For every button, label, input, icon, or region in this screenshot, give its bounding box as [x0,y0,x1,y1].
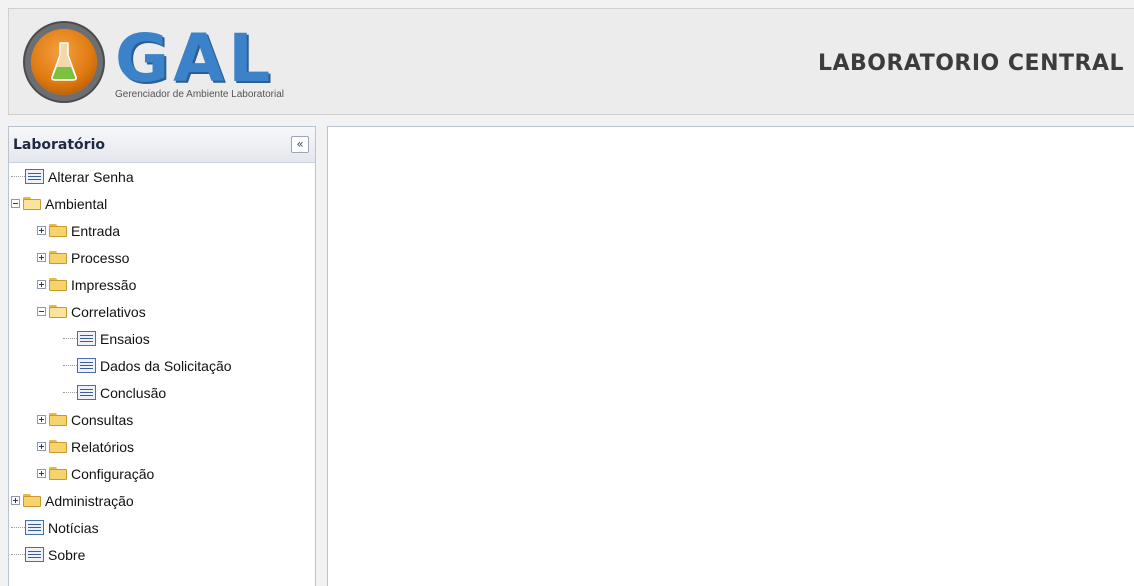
tree-node-correlativos[interactable]: Correlativos [37,298,146,325]
page-icon [25,547,44,562]
tree-node-label[interactable]: Consultas [71,412,133,428]
tree-connector [63,365,77,366]
folder-open-icon [23,197,41,210]
expand-toggle-icon[interactable] [37,226,46,235]
tree-node-label[interactable]: Dados da Solicitação [100,358,232,374]
tree-node-label[interactable]: Processo [71,250,129,266]
tree-node-relatorios[interactable]: Relatórios [37,433,134,460]
tree-node-conclusao[interactable]: Conclusão [63,379,166,406]
folder-icon [49,440,67,453]
main-content-area [327,126,1134,586]
expand-toggle-icon[interactable] [37,442,46,451]
folder-icon [49,251,67,264]
tree-connector [63,338,77,339]
collapse-panel-button[interactable]: « [291,136,309,153]
panel-header: Laboratório « [9,127,315,163]
folder-icon [49,413,67,426]
tree-node-ensaios[interactable]: Ensaios [63,325,150,352]
logo-wordmark: GAL [115,20,275,97]
folder-icon [49,224,67,237]
tree-node-ambiental[interactable]: Ambiental [11,190,107,217]
folder-icon [23,494,41,507]
tree-node-label[interactable]: Sobre [48,547,85,563]
collapse-toggle-icon[interactable] [37,307,46,316]
navigation-panel: Laboratório « Alterar Senha Ambiental Entr… [8,126,316,586]
page-icon [25,520,44,535]
tree-connector [11,176,25,177]
tree-node-label[interactable]: Configuração [71,466,154,482]
panel-title: Laboratório [13,137,105,153]
page-icon [25,169,44,184]
tree-node-label[interactable]: Administração [45,493,134,509]
tree-node-dados-da-solicitacao[interactable]: Dados da Solicitação [63,352,232,379]
expand-toggle-icon[interactable] [11,496,20,505]
tree-node-sobre[interactable]: Sobre [11,541,85,568]
folder-open-icon [49,305,67,318]
tree-node-label[interactable]: Impressão [71,277,136,293]
folder-icon [49,278,67,291]
tree-connector [63,392,77,393]
flask-icon [51,42,77,81]
tree-node-label[interactable]: Correlativos [71,304,146,320]
tree-node-label[interactable]: Ambiental [45,196,107,212]
logo-subtitle: Gerenciador de Ambiente Laboratorial [115,89,284,100]
folder-icon [49,467,67,480]
page-icon [77,358,96,373]
gal-logo: GAL Gerenciador de Ambiente Laboratorial [31,20,346,107]
tree-connector [11,554,25,555]
tree-node-label[interactable]: Alterar Senha [48,169,134,185]
tree-node-alterar-senha[interactable]: Alterar Senha [11,163,134,190]
tree-node-label[interactable]: Notícias [48,520,99,536]
tree-node-label[interactable]: Entrada [71,223,120,239]
tree-connector [11,527,25,528]
tree-node-entrada[interactable]: Entrada [37,217,120,244]
tree-node-consultas[interactable]: Consultas [37,406,133,433]
expand-toggle-icon[interactable] [37,469,46,478]
page-icon [77,331,96,346]
tree-node-label[interactable]: Relatórios [71,439,134,455]
expand-toggle-icon[interactable] [37,415,46,424]
navigation-tree: Alterar Senha Ambiental Entrada Processo Imp… [9,163,315,568]
tree-node-impressao[interactable]: Impressão [37,271,136,298]
app-header: GAL Gerenciador de Ambiente Laboratorial… [8,8,1134,115]
tree-node-label[interactable]: Conclusão [100,385,166,401]
expand-toggle-icon[interactable] [37,253,46,262]
collapse-toggle-icon[interactable] [11,199,20,208]
expand-toggle-icon[interactable] [37,280,46,289]
tree-node-label[interactable]: Ensaios [100,331,150,347]
tree-node-noticias[interactable]: Notícias [11,514,99,541]
tree-node-configuracao[interactable]: Configuração [37,460,154,487]
organization-title: LABORATORIO CENTRAL [817,51,1124,76]
tree-node-administracao[interactable]: Administração [11,487,134,514]
tree-node-processo[interactable]: Processo [37,244,129,271]
page-icon [77,385,96,400]
